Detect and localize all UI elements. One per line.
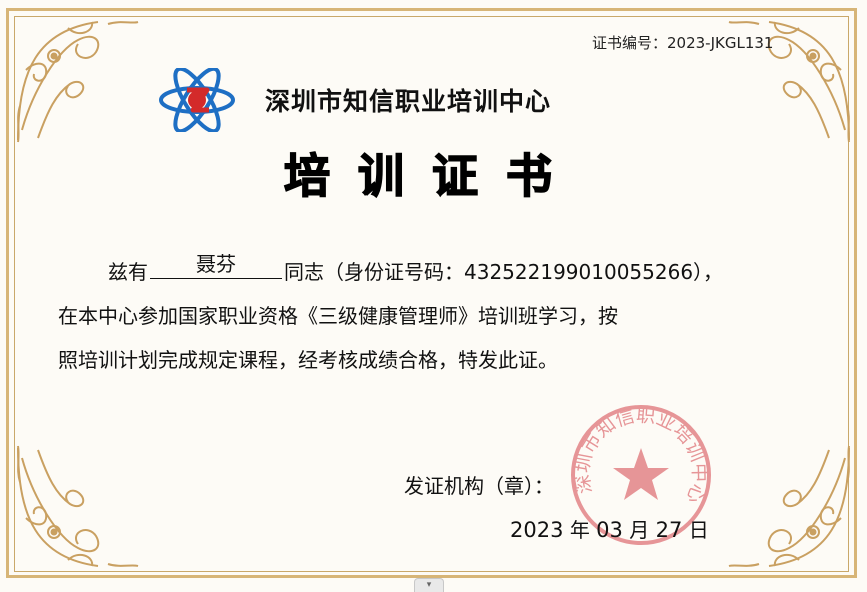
corner-ornament-icon: [719, 438, 859, 578]
body-line-2: 在本中心参加国家职业资格《三级健康管理师》培训班学习，按: [58, 304, 618, 328]
date-year: 2023: [510, 518, 564, 542]
organization-name: 深圳市知信职业培训中心: [265, 87, 552, 116]
certificate-body: 兹有 聂芬 同志（身份证号码：432522199010055266）， 在本中心参加…: [58, 250, 826, 382]
body-id-close: ），: [693, 260, 724, 284]
corner-ornament-icon: [8, 438, 148, 578]
certificate-title: 培训证书: [283, 148, 580, 204]
body-line-3: 照培训计划完成规定课程，经考核成绩合格，特发此证。: [58, 348, 558, 372]
body-after-name: 同志（身份证号码：: [284, 260, 464, 284]
date-day: 27: [655, 518, 683, 542]
date-month-unit: 月: [629, 518, 650, 542]
corner-ornament-icon: [8, 10, 148, 150]
certificate-number: 证书编号：2023-JKGL131: [592, 34, 774, 52]
body-line-1: 兹有 聂芬 同志（身份证号码：432522199010055266），: [58, 250, 826, 294]
issue-date: 2023 年 03 月 27 日: [510, 514, 709, 543]
corner-ornament-icon: [719, 10, 859, 150]
date-month: 03: [596, 518, 623, 542]
atom-logo-icon: [157, 66, 237, 134]
body-prefix: 兹有: [108, 260, 148, 284]
date-year-unit: 年: [569, 518, 590, 542]
name-underline: 聂芬: [150, 252, 282, 279]
id-number: 432522199010055266: [464, 260, 694, 284]
recipient-name: 聂芬: [196, 252, 236, 276]
expand-handle-icon[interactable]: ▾: [414, 578, 444, 592]
issuer-label: 发证机构（章）：: [404, 474, 554, 498]
date-day-unit: 日: [688, 518, 709, 542]
